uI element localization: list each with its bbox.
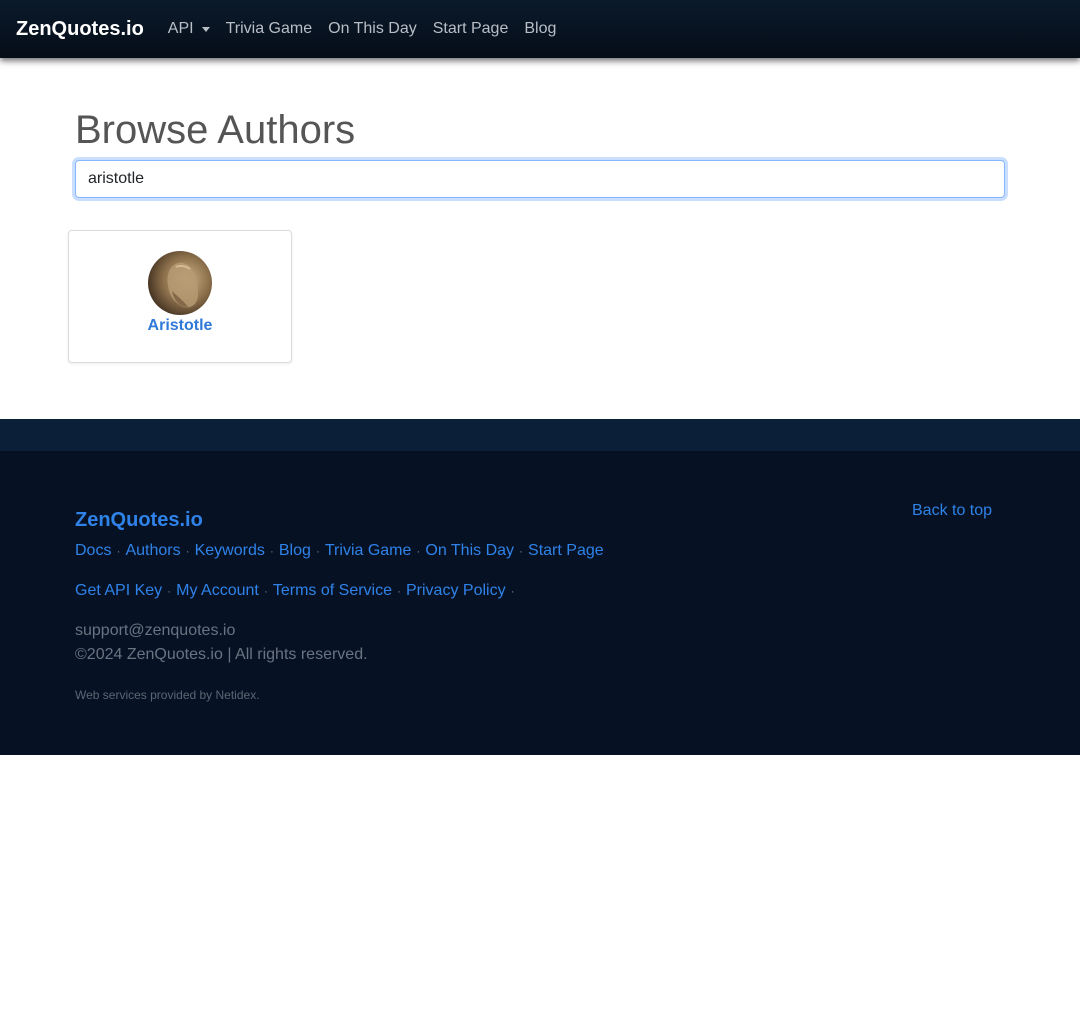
footer: ZenQuotes.io Back to top Docs · Authors … — [0, 451, 1080, 755]
footer-link-docs[interactable]: Docs — [75, 542, 111, 560]
nav-item-api[interactable]: API — [168, 20, 210, 38]
footer-link-on-this-day[interactable]: On This Day — [425, 542, 514, 560]
back-to-top-link[interactable]: Back to top — [912, 502, 992, 520]
footer-links-account: Get API Key · My Account · Terms of Serv… — [75, 582, 520, 600]
top-navbar: ZenQuotes.io API Trivia Game On This Day… — [0, 0, 1080, 58]
footer-top-band — [0, 419, 1080, 451]
footer-link-authors[interactable]: Authors — [125, 542, 180, 560]
link-separator: · — [167, 584, 172, 598]
footer-link-terms-of-service[interactable]: Terms of Service — [273, 582, 392, 600]
link-separator: · — [263, 584, 268, 598]
footer-links-primary: Docs · Authors · Keywords · Blog · Trivi… — [75, 542, 604, 560]
link-separator: · — [116, 544, 121, 558]
nav-item-api-label: API — [167, 20, 194, 37]
provided-by-text: Web services provided by Netidex. — [75, 688, 260, 702]
nav-item-blog[interactable]: Blog — [524, 20, 556, 38]
footer-link-blog[interactable]: Blog — [279, 542, 311, 560]
nav-item-trivia-game[interactable]: Trivia Game — [226, 20, 313, 38]
footer-link-my-account[interactable]: My Account — [176, 582, 259, 600]
footer-link-keywords[interactable]: Keywords — [195, 542, 265, 560]
link-separator: · — [315, 544, 320, 558]
brand-logo-link[interactable]: ZenQuotes.io — [16, 18, 144, 41]
support-email: support@zenquotes.io — [75, 622, 236, 639]
nav-item-start-page[interactable]: Start Page — [433, 20, 509, 38]
nav-item-on-this-day[interactable]: On This Day — [328, 20, 417, 38]
footer-brand-link[interactable]: ZenQuotes.io — [75, 509, 203, 532]
footer-link-trivia-game[interactable]: Trivia Game — [325, 542, 412, 560]
link-separator: · — [519, 544, 524, 558]
author-avatar[interactable] — [148, 251, 212, 315]
footer-link-privacy-policy[interactable]: Privacy Policy — [406, 582, 506, 600]
link-separator: · — [185, 544, 190, 558]
chevron-down-icon — [201, 26, 210, 32]
page-title: Browse Authors — [75, 108, 356, 152]
footer-link-start-page[interactable]: Start Page — [528, 542, 604, 560]
footer-link-get-api-key[interactable]: Get API Key — [75, 582, 162, 600]
link-separator: · — [510, 584, 515, 598]
author-card-aristotle[interactable]: Aristotle — [68, 230, 292, 363]
link-separator: · — [269, 544, 274, 558]
bust-portrait-icon — [167, 262, 198, 308]
author-search-input[interactable] — [75, 160, 1005, 198]
copyright-text: ©2024 ZenQuotes.io | All rights reserved… — [75, 646, 368, 663]
author-name-link[interactable]: Aristotle — [148, 317, 213, 335]
link-separator: · — [416, 544, 421, 558]
link-separator: · — [397, 584, 401, 598]
